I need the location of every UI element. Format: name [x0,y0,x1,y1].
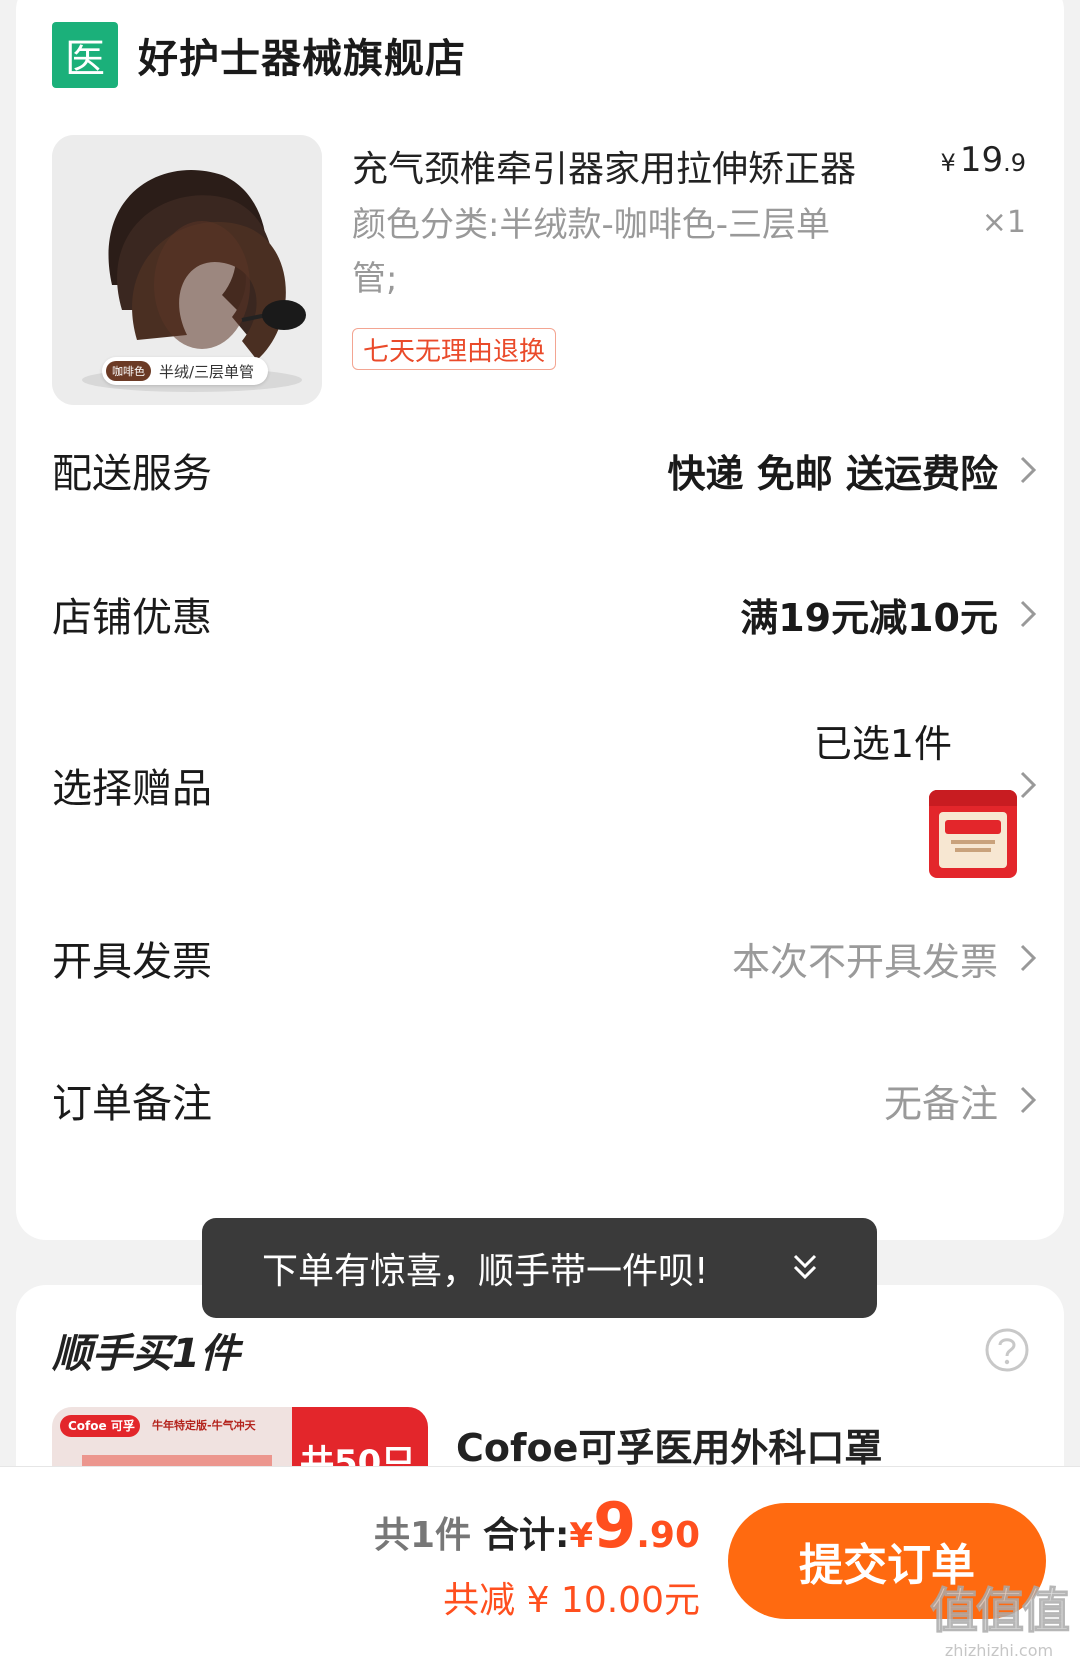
row-invoice-value: 本次不开具发票 [731,939,998,984]
store-name[interactable]: 好护士器械旗舰店 [138,26,466,84]
watermark-logo: 值值值 [929,1583,1070,1640]
row-delivery-label: 配送服务 [52,451,212,497]
addon-image-caption: 牛年特定版-牛气冲天 [152,1419,256,1432]
product-quantity: ×1 [981,205,1026,240]
product-spec[interactable]: 颜色分类:半绒款-咖啡色-三层单管; [352,198,832,306]
chevron-right-icon [1020,771,1037,799]
chevron-right-icon [1020,600,1037,628]
checkout-bar: 共1件 合计: ¥ 9 .90 共减 ¥ 10.00元 提交订单 值值值 zhi… [0,1466,1080,1661]
store-logo-icon: 医 [52,22,118,88]
return-policy-badge: 七天无理由退换 [352,328,557,370]
item-count: 共1件 [373,1515,471,1556]
addon-image-brand: Cofoe 可孚 [68,1419,135,1433]
product-image[interactable]: 咖啡色 半绒/三层单管 [52,135,322,405]
watermark-url: zhizhizhi.com [944,1641,1054,1660]
price-currency: ¥ [940,149,956,177]
row-discount-label: 店铺优惠 [52,595,212,641]
chevron-right-icon [1020,456,1037,484]
total-currency: ¥ [569,1516,594,1556]
total-label: 合计: [483,1515,570,1556]
row-delivery[interactable]: 配送服务 快递 免邮 送运费险 [52,440,1042,500]
total-integer: 9 [593,1489,637,1562]
gift-selected-count[interactable]: 已选1件 [814,713,952,768]
red-packet-image [929,790,1017,878]
total-summary: 共1件 合计: ¥ 9 .90 [374,1495,700,1558]
total-saved: 共减 ¥ 10.00元 [443,1580,700,1621]
chevron-right-icon [1020,944,1037,972]
row-discount[interactable]: 店铺优惠 满19元减10元 [52,584,1042,644]
product-price: ¥19.9 [941,140,1026,180]
row-note[interactable]: 订单备注 无备注 [52,1070,1042,1130]
order-card: 医 好护士器械旗舰店 咖啡色 半绒/三层单管 充气颈椎牵引器家用拉伸矫正器 ¥1… [16,0,1064,1240]
row-discount-value: 满19元减10元 [740,595,998,640]
chevron-right-icon [1020,1086,1037,1114]
row-invoice[interactable]: 开具发票 本次不开具发票 [52,928,1042,988]
help-icon[interactable] [984,1327,1030,1373]
image-label-text: 半绒/三层单管 [159,362,255,381]
image-color-tag: 咖啡色 [106,361,151,381]
price-integer: 19 [959,140,1004,180]
store-header[interactable]: 医 好护士器械旗舰店 [52,20,466,90]
row-note-label: 订单备注 [52,1081,212,1127]
product-title[interactable]: 充气颈椎牵引器家用拉伸矫正器 [352,140,856,192]
addon-title: 顺手买1件 [52,1331,240,1377]
price-decimal: .9 [1003,149,1026,177]
tooltip-text: 下单有惊喜，顺手带一件呗! [262,1251,709,1292]
row-note-value: 无备注 [883,1081,998,1126]
addon-product-name[interactable]: Cofoe可孚医用外科口罩 [456,1417,882,1472]
gift-thumbnail[interactable] [929,790,1017,878]
row-invoice-label: 开具发票 [52,939,212,985]
site-watermark: 值值值 zhizhizhi.com [929,1571,1070,1661]
row-delivery-value: 快递 免邮 送运费险 [667,451,998,496]
row-gift-label: 选择赠品 [52,766,212,812]
image-label: 咖啡色 半绒/三层单管 [102,357,269,385]
total-decimal: .90 [636,1515,700,1556]
upsell-tooltip[interactable]: 下单有惊喜，顺手带一件呗! [202,1218,877,1318]
double-chevron-down-icon[interactable] [791,1252,819,1282]
